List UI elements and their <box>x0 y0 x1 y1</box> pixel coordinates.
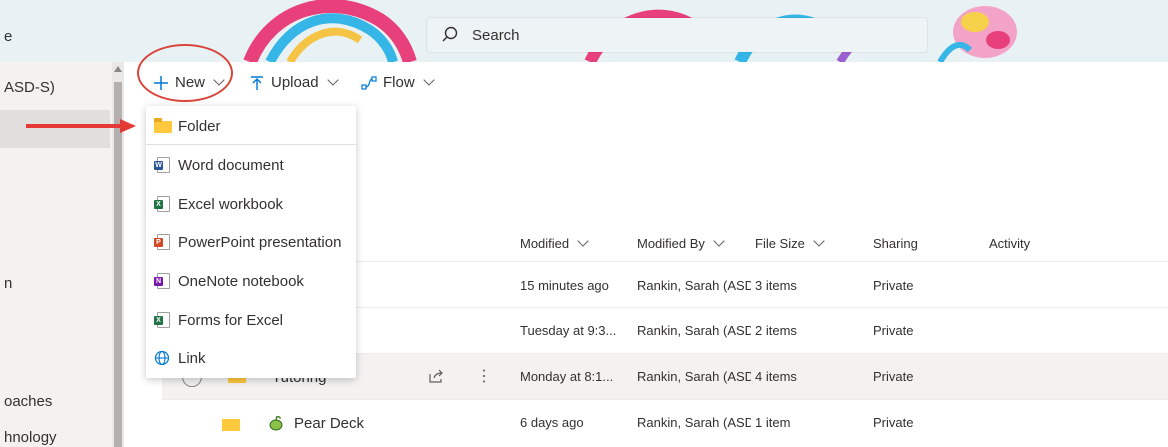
row-modified-by[interactable]: Rankin, Sarah (ASD <box>637 323 751 338</box>
scroll-up-arrow-icon[interactable] <box>114 66 122 72</box>
row-modified-by[interactable]: Rankin, Sarah (ASD <box>637 415 751 430</box>
row-modified: Tuesday at 9:3... <box>520 323 617 338</box>
chevron-down-icon <box>713 235 725 247</box>
search-box[interactable]: Search <box>427 18 927 52</box>
app-name[interactable]: e <box>4 28 12 45</box>
sidebar-item-site[interactable]: ASD-S) <box>4 79 55 96</box>
flow-button-label: Flow <box>383 74 415 91</box>
column-header-activity[interactable]: Activity <box>989 236 1030 251</box>
globe-icon <box>154 350 170 366</box>
row-sharing[interactable]: Private <box>873 323 913 338</box>
row-modified-by[interactable]: Rankin, Sarah (ASD <box>637 369 751 384</box>
column-header-activity-label: Activity <box>989 236 1031 251</box>
column-header-sharing-label: Sharing <box>873 236 918 251</box>
share-icon[interactable] <box>428 368 444 384</box>
menu-item-label: PowerPoint presentation <box>178 233 342 251</box>
sidebar-item-partial[interactable]: n <box>4 275 12 292</box>
menu-item-label: Word document <box>178 156 284 174</box>
column-header-sharing[interactable]: Sharing <box>873 236 918 251</box>
menu-item-excel-workbook[interactable]: X Excel workbook <box>146 186 356 222</box>
menu-divider <box>146 144 356 145</box>
chevron-down-icon <box>577 235 589 247</box>
chevron-down-icon <box>813 235 825 247</box>
row-modified: 15 minutes ago <box>520 278 609 293</box>
onenote-icon: N <box>154 273 170 289</box>
upload-icon <box>251 75 263 90</box>
menu-item-label: Excel workbook <box>178 195 284 213</box>
row-modified: 6 days ago <box>520 415 584 430</box>
row-file-size: 4 items <box>755 369 797 384</box>
menu-item-forms-for-excel[interactable]: X Forms for Excel <box>146 302 356 338</box>
row-file-size: 1 item <box>755 415 791 430</box>
column-header-file-size-label: File Size <box>755 236 805 251</box>
table-row[interactable]: Pear Deck 6 days ago Rankin, Sarah (ASD … <box>162 399 1168 446</box>
menu-item-label: OneNote notebook <box>178 272 304 290</box>
menu-item-onenote-notebook[interactable]: N OneNote notebook <box>146 263 356 299</box>
row-file-size: 3 items <box>755 278 797 293</box>
sidebar-item-approaches[interactable]: oaches <box>4 393 52 410</box>
flow-button[interactable]: Flow <box>361 74 435 91</box>
column-header-modified[interactable]: Modified <box>520 235 589 251</box>
word-icon: W <box>154 157 170 173</box>
scrollbar-thumb[interactable] <box>114 82 122 447</box>
chevron-down-icon <box>326 74 339 86</box>
column-header-modified-by[interactable]: Modified By <box>637 235 725 251</box>
annotation-arrow-icon <box>26 119 136 133</box>
folder-icon <box>154 118 172 134</box>
row-sharing[interactable]: Private <box>873 415 913 430</box>
folder-icon <box>222 419 240 431</box>
more-options-icon[interactable]: ⋮ <box>476 366 492 386</box>
row-sharing[interactable]: Private <box>873 278 913 293</box>
menu-item-label: Folder <box>178 117 221 135</box>
new-dropdown-menu: Folder W Word document X Excel workbook … <box>146 106 356 378</box>
column-header-modified-label: Modified <box>520 236 570 251</box>
chevron-down-icon <box>423 74 435 86</box>
search-placeholder: Search <box>472 27 520 44</box>
column-header-modified-by-label: Modified By <box>637 236 705 251</box>
row-modified-by[interactable]: Rankin, Sarah (ASD <box>637 278 751 293</box>
search-icon <box>442 26 458 42</box>
excel-icon: X <box>154 312 170 328</box>
flow-icon <box>361 75 377 90</box>
excel-icon: X <box>154 196 170 212</box>
menu-item-folder[interactable]: Folder <box>146 108 356 144</box>
menu-item-word-document[interactable]: W Word document <box>146 147 356 183</box>
menu-item-powerpoint-presentation[interactable]: P PowerPoint presentation <box>146 224 356 260</box>
row-name[interactable]: Pear Deck <box>294 415 364 432</box>
menu-item-label: Link <box>178 349 206 367</box>
menu-item-link[interactable]: Link <box>146 340 356 376</box>
pear-deck-icon <box>269 415 283 431</box>
upload-button[interactable]: Upload <box>249 74 339 91</box>
menu-item-label: Forms for Excel <box>178 311 284 329</box>
column-header-file-size[interactable]: File Size <box>755 235 825 251</box>
annotation-highlight-oval <box>137 44 233 102</box>
powerpoint-icon: P <box>154 234 170 250</box>
sidebar-item-technology[interactable]: hnology <box>4 429 57 446</box>
row-modified: Monday at 8:1... <box>520 369 614 384</box>
upload-button-label: Upload <box>271 74 319 91</box>
row-sharing[interactable]: Private <box>873 369 913 384</box>
row-file-size: 2 items <box>755 323 797 338</box>
